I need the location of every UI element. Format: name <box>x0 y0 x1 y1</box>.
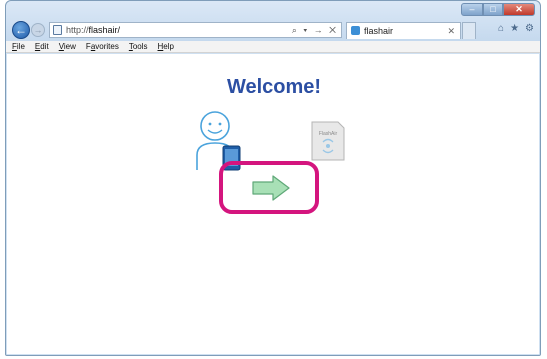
address-bar[interactable]: http://flashair/ ⌕ ▾ → ✕ <box>49 22 342 38</box>
menu-edit[interactable]: Edit <box>35 42 49 52</box>
menu-help[interactable]: Help <box>158 42 174 52</box>
browser-window: ← → http://flashair/ ⌕ ▾ → ✕ flashair ✕ … <box>5 0 541 356</box>
menu-view[interactable]: View <box>59 42 76 52</box>
new-tab-button[interactable] <box>462 22 476 39</box>
forward-arrow-icon: → <box>33 25 43 35</box>
home-icon[interactable]: ⌂ <box>498 23 504 35</box>
maximize-button[interactable]: □ <box>483 3 503 16</box>
menu-favorites[interactable]: Favorites <box>86 42 119 52</box>
address-controls[interactable]: ⌕ ▾ → ✕ <box>292 24 338 37</box>
page-content: Welcome! FlashAir <box>7 54 539 354</box>
toolbar-icons: ⌂ ★ ⚙ <box>498 23 534 35</box>
url-text[interactable]: http://flashair/ <box>66 24 120 37</box>
close-button[interactable]: ✕ <box>503 3 535 16</box>
minimize-button[interactable]: – <box>461 3 483 16</box>
page-icon <box>53 25 62 35</box>
right-arrow-icon <box>252 175 290 201</box>
tab-flashair[interactable]: flashair ✕ <box>346 22 461 39</box>
menu-bar: File Edit View Favorites Tools Help <box>6 41 540 53</box>
tab-close-icon[interactable]: ✕ <box>447 25 455 37</box>
url-scheme: http:// <box>66 25 89 35</box>
settings-icon[interactable]: ⚙ <box>525 23 534 35</box>
back-button[interactable]: ← <box>12 21 30 39</box>
url-host: flashair/ <box>88 25 121 35</box>
title-bar: ← → http://flashair/ ⌕ ▾ → ✕ flashair ✕ … <box>6 1 540 41</box>
page-title: Welcome! <box>226 76 322 98</box>
menu-tools[interactable]: Tools <box>129 42 148 52</box>
ie-favicon-icon <box>351 26 360 35</box>
tab-label: flashair <box>364 26 394 36</box>
forward-button[interactable]: → <box>31 23 45 37</box>
menu-file[interactable]: File <box>12 42 25 52</box>
flashair-card-icon: FlashAir <box>311 121 345 161</box>
back-arrow-icon: ← <box>15 23 27 37</box>
favorites-icon[interactable]: ★ <box>510 23 519 35</box>
window-controls: – □ ✕ <box>461 3 535 17</box>
next-arrow-button[interactable] <box>219 161 319 214</box>
card-label: FlashAir <box>319 131 338 137</box>
